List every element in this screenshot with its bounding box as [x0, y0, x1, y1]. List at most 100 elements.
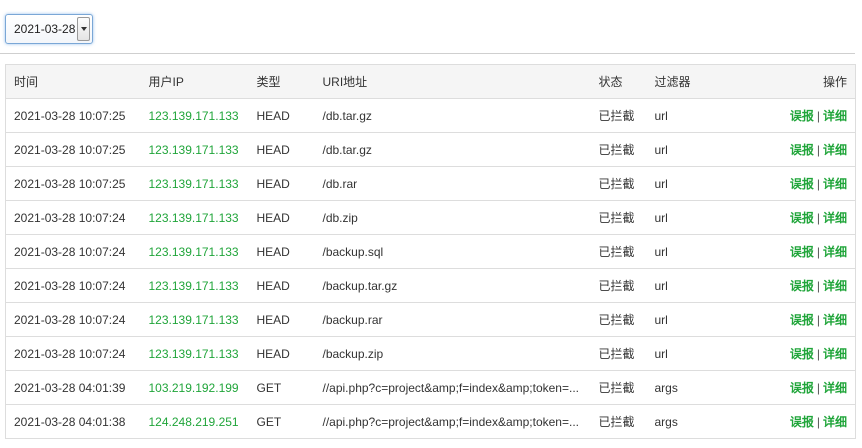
details-link[interactable]: 详细 [823, 313, 847, 327]
cell-time: 2021-03-28 10:07:25 [5, 98, 141, 133]
false-positive-link[interactable]: 误报 [790, 143, 814, 157]
cell-time: 2021-03-28 10:07:25 [5, 132, 141, 167]
cell-filter: url [646, 336, 718, 371]
cell-status: 已拦截 [590, 404, 647, 439]
cell-status: 已拦截 [590, 234, 647, 269]
link-separator: | [816, 279, 820, 293]
cell-uri: //api.php?c=project&amp;f=index&amp;toke… [314, 404, 591, 439]
details-link[interactable]: 详细 [823, 381, 847, 395]
cell-time: 2021-03-28 10:07:24 [5, 268, 141, 303]
header-status: 状态 [590, 64, 647, 99]
cell-ip: 103.219.192.199 [140, 370, 249, 405]
details-link[interactable]: 详细 [823, 211, 847, 225]
cell-type: GET [248, 404, 315, 439]
cell-type: GET [248, 370, 315, 405]
details-link[interactable]: 详细 [823, 177, 847, 191]
false-positive-link[interactable]: 误报 [790, 245, 814, 259]
cell-ops: 误报 | 详细 [717, 166, 856, 201]
date-select-value: 2021-03-28 [14, 22, 76, 36]
chevron-down-icon [80, 27, 87, 31]
cell-ip: 123.139.171.133 [140, 200, 249, 235]
table-row: 2021-03-28 10:07:25 123.139.171.133 HEAD… [5, 98, 856, 133]
cell-time: 2021-03-28 10:07:25 [5, 166, 141, 201]
cell-ops: 误报 | 详细 [717, 200, 856, 235]
table-row: 2021-03-28 10:07:24 123.139.171.133 HEAD… [5, 234, 856, 269]
link-separator: | [816, 177, 820, 191]
table-row: 2021-03-28 10:07:24 123.139.171.133 HEAD… [5, 268, 856, 303]
cell-time: 2021-03-28 10:07:24 [5, 336, 141, 371]
header-filter: 过滤器 [646, 64, 718, 99]
cell-filter: url [646, 132, 718, 167]
cell-uri: /db.zip [314, 200, 591, 235]
cell-ip: 123.139.171.133 [140, 98, 249, 133]
false-positive-link[interactable]: 误报 [790, 415, 814, 429]
false-positive-link[interactable]: 误报 [790, 211, 814, 225]
cell-ops: 误报 | 详细 [717, 268, 856, 303]
table-row: 2021-03-28 04:01:38 124.248.219.251 GET … [5, 404, 856, 439]
cell-ip: 123.139.171.133 [140, 166, 249, 201]
divider [0, 53, 855, 54]
cell-status: 已拦截 [590, 268, 647, 303]
false-positive-link[interactable]: 误报 [790, 313, 814, 327]
false-positive-link[interactable]: 误报 [790, 279, 814, 293]
date-select[interactable]: 2021-03-28 [5, 14, 93, 44]
cell-ip: 123.139.171.133 [140, 336, 249, 371]
cell-ip: 123.139.171.133 [140, 302, 249, 337]
cell-filter: url [646, 200, 718, 235]
details-link[interactable]: 详细 [823, 279, 847, 293]
cell-type: HEAD [248, 302, 315, 337]
table-row: 2021-03-28 10:07:24 123.139.171.133 HEAD… [5, 302, 856, 337]
cell-filter: url [646, 268, 718, 303]
cell-ops: 误报 | 详细 [717, 132, 856, 167]
false-positive-link[interactable]: 误报 [790, 177, 814, 191]
table-row: 2021-03-28 04:01:39 103.219.192.199 GET … [5, 370, 856, 405]
cell-status: 已拦截 [590, 98, 647, 133]
cell-filter: url [646, 98, 718, 133]
cell-uri: /backup.sql [314, 234, 591, 269]
cell-uri: /db.tar.gz [314, 132, 591, 167]
link-separator: | [816, 143, 820, 157]
link-separator: | [816, 313, 820, 327]
cell-ip: 124.248.219.251 [140, 404, 249, 439]
false-positive-link[interactable]: 误报 [790, 109, 814, 123]
cell-uri: //api.php?c=project&amp;f=index&amp;toke… [314, 370, 591, 405]
dropdown-button[interactable] [77, 17, 90, 41]
cell-filter: url [646, 166, 718, 201]
details-link[interactable]: 详细 [823, 415, 847, 429]
link-separator: | [816, 347, 820, 361]
header-ops: 操作 [717, 64, 856, 99]
cell-type: HEAD [248, 268, 315, 303]
cell-status: 已拦截 [590, 302, 647, 337]
details-link[interactable]: 详细 [823, 245, 847, 259]
cell-type: HEAD [248, 234, 315, 269]
cell-filter: url [646, 302, 718, 337]
header-ip: 用户IP [140, 64, 249, 99]
cell-status: 已拦截 [590, 166, 647, 201]
cell-status: 已拦截 [590, 336, 647, 371]
details-link[interactable]: 详细 [823, 109, 847, 123]
link-separator: | [816, 109, 820, 123]
details-link[interactable]: 详细 [823, 347, 847, 361]
cell-type: HEAD [248, 132, 315, 167]
cell-type: HEAD [248, 336, 315, 371]
details-link[interactable]: 详细 [823, 143, 847, 157]
cell-ops: 误报 | 详细 [717, 404, 856, 439]
cell-time: 2021-03-28 10:07:24 [5, 200, 141, 235]
false-positive-link[interactable]: 误报 [790, 381, 814, 395]
table-row: 2021-03-28 10:07:24 123.139.171.133 HEAD… [5, 336, 856, 371]
cell-type: HEAD [248, 166, 315, 201]
link-separator: | [816, 211, 820, 225]
link-separator: | [816, 381, 820, 395]
cell-ip: 123.139.171.133 [140, 132, 249, 167]
cell-status: 已拦截 [590, 200, 647, 235]
false-positive-link[interactable]: 误报 [790, 347, 814, 361]
link-separator: | [816, 415, 820, 429]
cell-time: 2021-03-28 10:07:24 [5, 302, 141, 337]
cell-time: 2021-03-28 10:07:24 [5, 234, 141, 269]
table-row: 2021-03-28 10:07:25 123.139.171.133 HEAD… [5, 132, 856, 167]
cell-ip: 123.139.171.133 [140, 234, 249, 269]
table-row: 2021-03-28 10:07:25 123.139.171.133 HEAD… [5, 166, 856, 201]
cell-ops: 误报 | 详细 [717, 234, 856, 269]
cell-uri: /backup.tar.gz [314, 268, 591, 303]
cell-ops: 误报 | 详细 [717, 302, 856, 337]
